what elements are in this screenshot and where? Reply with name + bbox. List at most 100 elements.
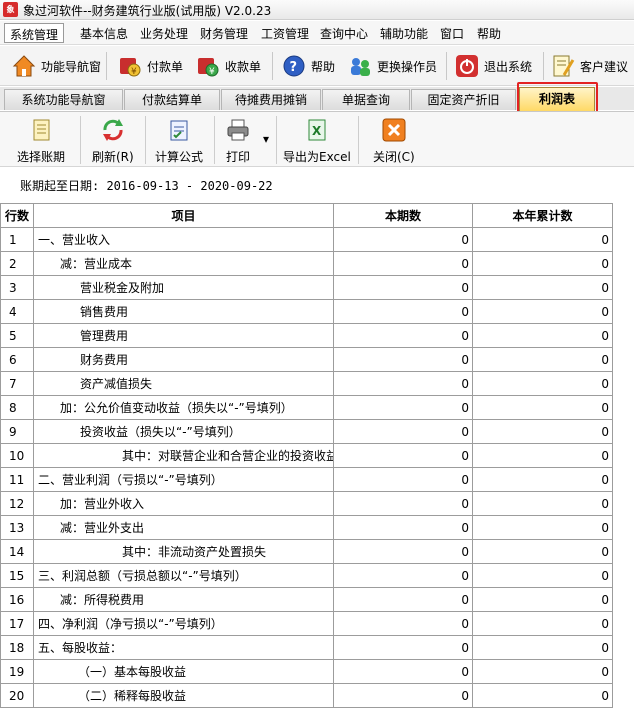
- table-row[interactable]: 10 其中：对联营企业和合营企业的投资收益 0 0: [0, 443, 613, 468]
- ytd-amount-cell: 0: [472, 419, 613, 444]
- current-amount-cell: 0: [333, 467, 473, 492]
- formula-button[interactable]: 计算公式: [155, 118, 203, 165]
- table-row[interactable]: 1 一、营业收入 0 0: [0, 227, 613, 252]
- table-row[interactable]: 18 五、每股收益： 0 0: [0, 635, 613, 660]
- table-row[interactable]: 8 加：公允价值变动收益（损失以“-”号填列） 0 0: [0, 395, 613, 420]
- item-cell: 管理费用: [33, 323, 334, 348]
- menu-system[interactable]: 系统管理: [4, 23, 65, 43]
- help-label: 帮助: [311, 59, 336, 74]
- receipt-button[interactable]: ¥ 收款单: [196, 52, 261, 80]
- feedback-icon: [551, 54, 575, 78]
- svg-text:X: X: [312, 124, 322, 138]
- menu-salary[interactable]: 工资管理: [261, 25, 309, 42]
- ytd-amount-cell: 0: [472, 371, 613, 396]
- row-number-cell: 9: [0, 419, 34, 444]
- ytd-amount-cell: 0: [472, 563, 613, 588]
- separator: [80, 116, 81, 164]
- svg-text:¥: ¥: [131, 67, 137, 77]
- exit-button[interactable]: 退出系统: [455, 52, 532, 80]
- ytd-amount-cell: 0: [472, 659, 613, 684]
- table-row[interactable]: 9 投资收益（损失以“-”号填列） 0 0: [0, 419, 613, 444]
- current-amount-cell: 0: [333, 227, 473, 252]
- ytd-amount-cell: 0: [472, 443, 613, 468]
- menu-aux[interactable]: 辅助功能: [380, 25, 428, 42]
- ytd-amount-cell: 0: [472, 275, 613, 300]
- table-row[interactable]: 5 管理费用 0 0: [0, 323, 613, 348]
- print-dropdown-button[interactable]: ▾: [263, 132, 269, 146]
- ytd-amount-cell: 0: [472, 539, 613, 564]
- receipt-label: 收款单: [225, 59, 262, 74]
- close-button[interactable]: 关闭(C): [373, 118, 415, 165]
- print-icon: [226, 118, 250, 142]
- separator: [272, 52, 273, 80]
- menu-help[interactable]: 帮助: [477, 25, 501, 42]
- table-row[interactable]: 4 销售费用 0 0: [0, 299, 613, 324]
- print-button[interactable]: 打印: [226, 118, 250, 165]
- select-period-button[interactable]: 选择账期: [17, 118, 65, 165]
- separator: [145, 116, 146, 164]
- separator: [106, 52, 107, 80]
- menu-business[interactable]: 业务处理: [140, 25, 188, 42]
- current-amount-cell: 0: [333, 587, 473, 612]
- tab-document-query[interactable]: 单据查询: [322, 89, 410, 110]
- payment-button[interactable]: ¥ 付款单: [118, 52, 183, 80]
- export-excel-button[interactable]: X 导出为Excel: [283, 118, 351, 165]
- tab-fixed-asset-depreciation[interactable]: 固定资产折旧: [411, 89, 516, 110]
- home-icon: [12, 54, 36, 78]
- menu-query[interactable]: 查询中心: [320, 25, 368, 42]
- menu-window[interactable]: 窗口: [440, 25, 464, 42]
- nav-window-button[interactable]: 功能导航窗: [12, 52, 101, 80]
- table-row[interactable]: 13 减：营业外支出 0 0: [0, 515, 613, 540]
- title-bar: 象 象过河软件--财务建筑行业版(试用版) V2.0.23: [0, 0, 634, 20]
- item-cell: 减：营业外支出: [33, 515, 334, 540]
- ytd-amount-cell: 0: [472, 323, 613, 348]
- row-number-cell: 5: [0, 323, 34, 348]
- row-number-cell: 8: [0, 395, 34, 420]
- exit-label: 退出系统: [484, 59, 533, 74]
- current-amount-cell: 0: [333, 443, 473, 468]
- row-number-cell: 15: [0, 563, 34, 588]
- menu-bar: 系统管理 基本信息 业务处理 财务管理 工资管理 查询中心 辅助功能 窗口 帮助: [0, 21, 634, 45]
- current-amount-cell: 0: [333, 635, 473, 660]
- table-row[interactable]: 7 资产减值损失 0 0: [0, 371, 613, 396]
- refresh-button[interactable]: 刷新(R): [92, 118, 134, 165]
- item-cell: 资产减值损失: [33, 371, 334, 396]
- period-range: 账期起至日期: 2016-09-13 - 2020-09-22: [20, 179, 273, 193]
- income-statement-table: 行数 项目 本期数 本年累计数 1 一、营业收入 0 0 2 减：营业成本 0 0 3 营业税金及…: [0, 203, 613, 708]
- table-row[interactable]: 20 （二）稀释每股收益 0 0: [0, 683, 613, 708]
- table-row[interactable]: 2 减：营业成本 0 0: [0, 251, 613, 276]
- switch-operator-button[interactable]: 更换操作员: [348, 52, 437, 80]
- menu-finance[interactable]: 财务管理: [200, 25, 248, 42]
- separator: [276, 116, 277, 164]
- item-cell: 二、营业利润（亏损以“-”号填列）: [33, 467, 334, 492]
- table-row[interactable]: 14 其中：非流动资产处置损失 0 0: [0, 539, 613, 564]
- table-row[interactable]: 17 四、净利润（净亏损以“-”号填列） 0 0: [0, 611, 613, 636]
- row-number-cell: 17: [0, 611, 34, 636]
- tab-nav-window[interactable]: 系统功能导航窗: [4, 89, 123, 110]
- table-row[interactable]: 12 加：营业外收入 0 0: [0, 491, 613, 516]
- quick-toolbar: 功能导航窗 ¥ 付款单 ¥ 收款单 ? 帮助 更换操作员 退出系统 客户建议: [0, 46, 634, 86]
- close-label: 关闭(C): [373, 150, 415, 164]
- ytd-amount-cell: 0: [472, 299, 613, 324]
- menu-basic-info[interactable]: 基本信息: [80, 25, 128, 42]
- table-row[interactable]: 11 二、营业利润（亏损以“-”号填列） 0 0: [0, 467, 613, 492]
- row-number-cell: 10: [0, 443, 34, 468]
- feedback-button[interactable]: 客户建议: [551, 52, 628, 80]
- item-cell: 三、利润总额（亏损总额以“-”号填列）: [33, 563, 334, 588]
- formula-icon: [167, 118, 191, 142]
- feedback-label: 客户建议: [580, 59, 629, 74]
- current-amount-cell: 0: [333, 515, 473, 540]
- tab-prepaid-amortization[interactable]: 待摊费用摊销: [221, 89, 321, 110]
- table-row[interactable]: 16 减：所得税费用 0 0: [0, 587, 613, 612]
- table-row[interactable]: 3 营业税金及附加 0 0: [0, 275, 613, 300]
- tab-payment-settlement[interactable]: 付款结算单: [124, 89, 220, 110]
- current-amount-cell: 0: [333, 611, 473, 636]
- table-row[interactable]: 19 （一）基本每股收益 0 0: [0, 659, 613, 684]
- ytd-amount-cell: 0: [472, 491, 613, 516]
- help-button[interactable]: ? 帮助: [282, 52, 335, 80]
- table-row[interactable]: 6 财务费用 0 0: [0, 347, 613, 372]
- item-cell: 加：营业外收入: [33, 491, 334, 516]
- table-row[interactable]: 15 三、利润总额（亏损总额以“-”号填列） 0 0: [0, 563, 613, 588]
- svg-text:?: ?: [290, 60, 298, 75]
- row-number-cell: 16: [0, 587, 34, 612]
